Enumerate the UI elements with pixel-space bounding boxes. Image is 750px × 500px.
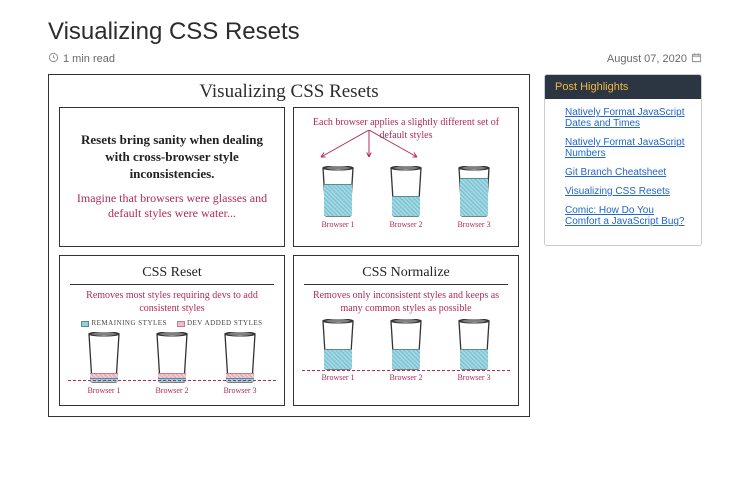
- sidebar-item: Git Branch Cheatsheet: [565, 167, 691, 178]
- sidebar-link[interactable]: Git Branch Cheatsheet: [565, 167, 666, 178]
- glass-label: Browser 2: [155, 386, 188, 396]
- publish-date: August 07, 2020: [607, 53, 687, 65]
- sidebar-item: Natively Format JavaScript Numbers: [565, 137, 691, 159]
- glass-icon: [154, 332, 190, 384]
- panel-browsers: Each browser applies a slightly differen…: [293, 107, 519, 247]
- glass-icon: [456, 319, 492, 371]
- reset-heading: CSS Reset: [70, 264, 274, 285]
- sidebar-link[interactable]: Natively Format JavaScript Numbers: [565, 137, 684, 159]
- sidebar-title: Post Highlights: [545, 75, 701, 99]
- glass-label: Browser 3: [457, 220, 490, 230]
- sidebar: Post Highlights Natively Format JavaScri…: [544, 74, 702, 246]
- sidebar-item: Natively Format JavaScript Dates and Tim…: [565, 107, 691, 129]
- glass-icon: [320, 319, 356, 371]
- glass-icon: [456, 166, 492, 218]
- intro-sub: Imagine that browsers were glasses and d…: [76, 191, 268, 222]
- glass-label: Browser 3: [457, 373, 490, 383]
- panel-intro: Resets bring sanity when dealing with cr…: [59, 107, 285, 247]
- panel-normalize: CSS Normalize Removes only inconsistent …: [293, 255, 519, 406]
- intro-lead: Resets bring sanity when dealing with cr…: [76, 132, 268, 183]
- sidebar-link[interactable]: Natively Format JavaScript Dates and Tim…: [565, 107, 684, 129]
- sidebar-link[interactable]: Visualizing CSS Resets: [565, 186, 670, 197]
- clock-icon: [48, 52, 59, 66]
- glass-label: Browser 1: [321, 220, 354, 230]
- page-title: Visualizing CSS Resets: [48, 18, 702, 46]
- read-time: 1 min read: [63, 53, 115, 65]
- glass-icon: [388, 166, 424, 218]
- sidebar-item: Visualizing CSS Resets: [565, 186, 691, 197]
- glass-icon: [86, 332, 122, 384]
- glass-label: Browser 1: [87, 386, 120, 396]
- illustration-frame: Visualizing CSS Resets Resets bring sani…: [48, 74, 530, 417]
- sidebar-item: Comic: How Do You Comfort a JavaScript B…: [565, 205, 691, 227]
- browsers-desc: Each browser applies a slightly differen…: [304, 116, 508, 142]
- glass-icon: [320, 166, 356, 218]
- sidebar-list: Natively Format JavaScript Dates and Tim…: [545, 99, 701, 245]
- reset-desc: Removes most styles requiring devs to ad…: [70, 289, 274, 315]
- sidebar-link[interactable]: Comic: How Do You Comfort a JavaScript B…: [565, 205, 685, 227]
- glass-label: Browser 1: [321, 373, 354, 383]
- panel-reset: CSS Reset Removes most styles requiring …: [59, 255, 285, 406]
- illustration-title: Visualizing CSS Resets: [59, 81, 519, 103]
- reset-legend: REMAINING STYLESDEV ADDED STYLES: [70, 319, 274, 328]
- glass-label: Browser 3: [223, 386, 256, 396]
- normalize-desc: Removes only inconsistent styles and kee…: [304, 289, 508, 315]
- glass-label: Browser 2: [389, 373, 422, 383]
- glass-icon: [388, 319, 424, 371]
- normalize-heading: CSS Normalize: [304, 264, 508, 285]
- calendar-icon: [691, 52, 702, 66]
- glass-icon: [222, 332, 258, 384]
- glass-label: Browser 2: [389, 220, 422, 230]
